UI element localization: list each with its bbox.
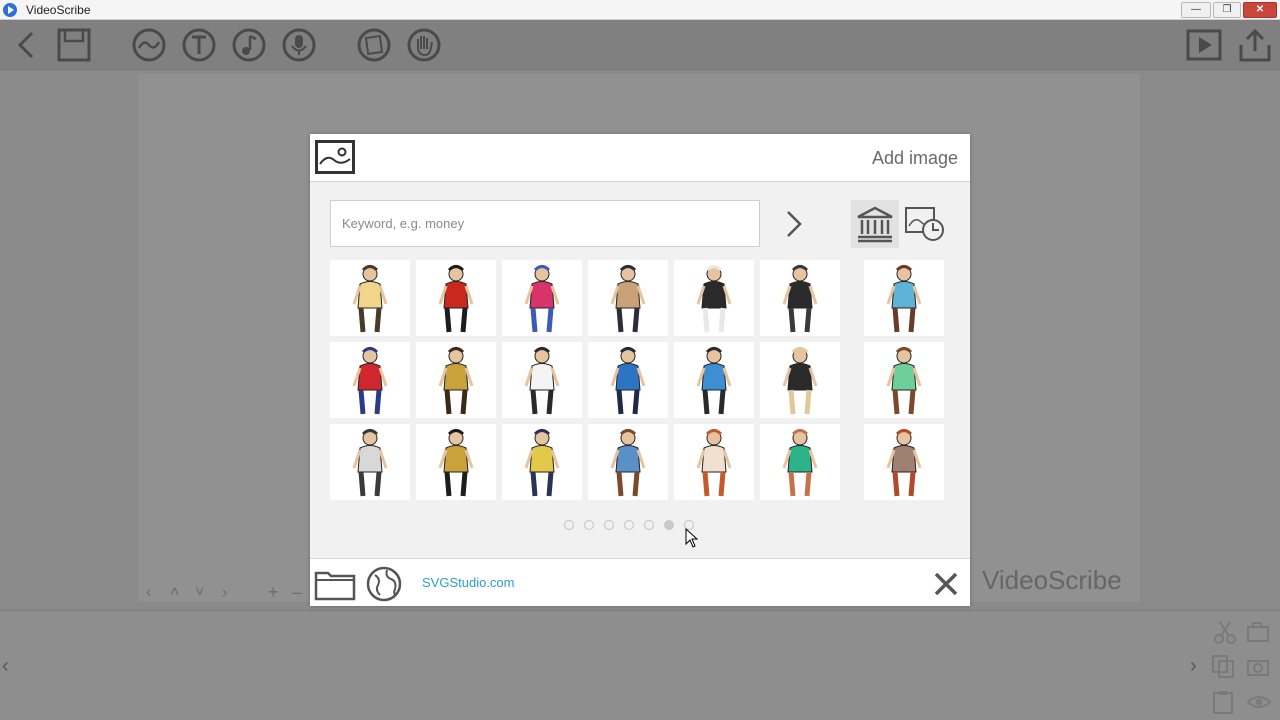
man-in-green-lying-down-thumbnail[interactable] (760, 424, 840, 500)
recent-images-icon[interactable] (904, 204, 946, 244)
eye-icon[interactable] (1246, 689, 1272, 715)
image-icon (315, 140, 355, 174)
search-input[interactable] (330, 200, 760, 247)
woman-in-blue-dress-thumbnail[interactable] (674, 342, 754, 418)
svgstudio-link[interactable]: SVGStudio.com (422, 575, 515, 590)
publish-icon[interactable] (1237, 27, 1273, 63)
bride-and-groom-thumbnail[interactable] (502, 342, 582, 418)
crawling-child-thumbnail[interactable] (330, 260, 410, 336)
music-icon[interactable] (231, 27, 267, 63)
page-dot-2[interactable] (584, 520, 594, 530)
app-logo-icon (3, 3, 17, 17)
woman-with-clipboard-thumbnail[interactable] (416, 424, 496, 500)
folder-icon[interactable] (314, 567, 356, 601)
page-dot-4[interactable] (624, 520, 634, 530)
title-bar: VideoScribe — ❐ ✕ (0, 0, 1280, 20)
kneeling-blonde-woman-thumbnail[interactable] (416, 342, 496, 418)
man-walking-dog-thumbnail[interactable] (588, 424, 668, 500)
camera-move-icon[interactable] (1246, 653, 1272, 679)
dancing-woman-thumbnail[interactable] (330, 342, 410, 418)
minimize-button[interactable]: — (1181, 2, 1211, 18)
left-arrow-icon[interactable]: ‹ (146, 584, 151, 602)
close-window-button[interactable]: ✕ (1243, 2, 1277, 18)
save-icon[interactable] (56, 27, 92, 63)
main-toolbar (0, 20, 1280, 70)
zoom-out-icon[interactable]: – (292, 582, 302, 603)
woman-on-phone-thumbnail[interactable] (760, 342, 840, 418)
restore-button[interactable]: ❐ (1213, 2, 1241, 18)
man-in-blue-tshirt-thumbnail[interactable] (864, 260, 944, 336)
add-image-dialog: Add image SVGStudio.com (310, 134, 970, 606)
voiceover-icon[interactable] (281, 27, 317, 63)
person-in-armchair-thumbnail[interactable] (330, 424, 410, 500)
copy-icon[interactable] (1210, 653, 1236, 679)
text-icon[interactable] (181, 27, 217, 63)
painter-at-easel-thumbnail[interactable] (674, 424, 754, 500)
slide-icon[interactable] (356, 27, 392, 63)
timeline-panel: ‹ › (0, 610, 1280, 720)
thinking-man-thumbnail[interactable] (864, 342, 944, 418)
globe-icon[interactable] (365, 565, 403, 603)
right-arrow-icon[interactable]: › (222, 584, 227, 602)
businesswoman-in-black-thumbnail[interactable] (760, 260, 840, 336)
dialog-title: Add image (871, 148, 958, 168)
woman-sitting-in-chair-thumbnail[interactable] (864, 424, 944, 500)
dialog-header: Add image (310, 134, 970, 182)
woman-in-red-coat-thumbnail[interactable] (416, 260, 496, 336)
woman-in-yellow-jacket-thumbnail[interactable] (502, 424, 582, 500)
page-dot-1[interactable] (564, 520, 574, 530)
page-dot-6[interactable] (664, 520, 674, 530)
paste-icon[interactable] (1210, 689, 1236, 715)
mother-and-child-thumbnail[interactable] (502, 260, 582, 336)
dialog-footer: SVGStudio.com (310, 558, 970, 606)
mouse-cursor-icon (685, 527, 699, 548)
search-go-icon[interactable] (782, 206, 806, 242)
celebrating-laptop-person-thumbnail[interactable] (674, 260, 754, 336)
timeline-right-icon[interactable]: › (1190, 655, 1197, 678)
page-dot-3[interactable] (604, 520, 614, 530)
woman-with-handbag-thumbnail[interactable] (588, 260, 668, 336)
library-icon[interactable] (851, 200, 899, 248)
app-title: VideoScribe (26, 3, 91, 17)
man-in-blue-shirt-thumbnail[interactable] (588, 342, 668, 418)
close-icon[interactable] (933, 571, 959, 597)
play-icon[interactable] (1186, 27, 1222, 63)
hand-icon[interactable] (406, 27, 442, 63)
zoom-in-icon[interactable]: + (268, 582, 279, 603)
cut-icon[interactable] (1212, 619, 1238, 645)
timeline-left-icon[interactable]: ‹ (2, 655, 9, 678)
page-dot-5[interactable] (644, 520, 654, 530)
down-arrow-icon[interactable]: ˅ (195, 584, 204, 602)
up-arrow-icon[interactable]: ˄ (170, 584, 179, 602)
camera-icon[interactable] (1246, 619, 1272, 645)
back-icon[interactable] (8, 27, 44, 63)
videoscribe-watermark: VideoScribe (982, 565, 1122, 595)
draw-icon[interactable] (131, 27, 167, 63)
